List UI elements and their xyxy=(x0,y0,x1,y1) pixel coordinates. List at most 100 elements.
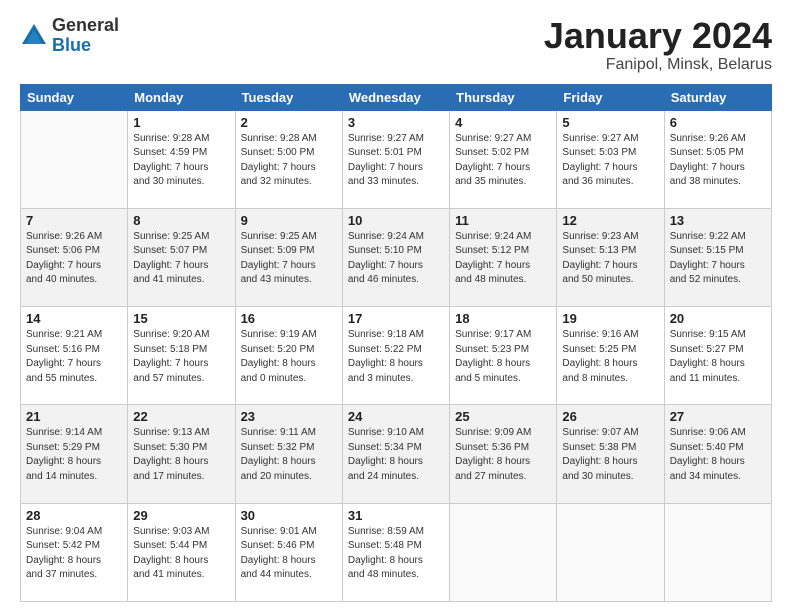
calendar-header-row: Sunday Monday Tuesday Wednesday Thursday… xyxy=(21,84,772,110)
day-info: Sunrise: 9:14 AM Sunset: 5:29 PM Dayligh… xyxy=(26,426,122,484)
day-number: 22 xyxy=(133,409,229,424)
day-info: Sunrise: 9:28 AM Sunset: 4:59 PM Dayligh… xyxy=(133,132,229,190)
day-number: 5 xyxy=(562,115,658,130)
day-number: 8 xyxy=(133,213,229,228)
calendar-cell-w2-d2: 8 Sunrise: 9:25 AM Sunset: 5:07 PM Daylig… xyxy=(128,208,235,306)
day-number: 11 xyxy=(455,213,551,228)
day-info: Sunrise: 8:59 AM Sunset: 5:48 PM Dayligh… xyxy=(348,525,444,583)
calendar-cell-w1-d2: 1Sunrise: 9:28 AM Sunset: 4:59 PM Daylig… xyxy=(128,110,235,208)
calendar-cell-w4-d5: 25 Sunrise: 9:09 AM Sunset: 5:36 PM Dayli… xyxy=(450,405,557,503)
day-number: 27 xyxy=(670,409,766,424)
day-number: 4 xyxy=(455,115,551,130)
day-info: Sunrise: 9:03 AM Sunset: 5:44 PM Dayligh… xyxy=(133,525,229,583)
day-number: 18 xyxy=(455,311,551,326)
day-info: Sunrise: 9:27 AM Sunset: 5:03 PM Dayligh… xyxy=(562,132,658,190)
logo-blue-text: Blue xyxy=(52,36,119,56)
calendar-cell-w4-d2: 22Sunrise: 9:13 AM Sunset: 5:30 PM Dayli… xyxy=(128,405,235,503)
logo-icon xyxy=(20,22,48,50)
day-info: Sunrise: 9:06 AM Sunset: 5:40 PM Dayligh… xyxy=(670,426,766,484)
day-number: 12 xyxy=(562,213,658,228)
header: General Blue January 2024 Fanipol, Minsk… xyxy=(20,16,772,74)
calendar-cell-w3-d6: 19Sunrise: 9:16 AM Sunset: 5:25 PM Dayli… xyxy=(557,307,664,405)
day-info: Sunrise: 9:15 AM Sunset: 5:27 PM Dayligh… xyxy=(670,328,766,386)
day-info: Sunrise: 9:26 AM Sunset: 5:06 PM Dayligh… xyxy=(26,230,122,288)
day-number: 25 xyxy=(455,409,551,424)
title-block: January 2024 Fanipol, Minsk, Belarus xyxy=(544,16,772,74)
calendar-cell-w1-d1 xyxy=(21,110,128,208)
day-number: 13 xyxy=(670,213,766,228)
day-number: 31 xyxy=(348,508,444,523)
calendar-cell-w1-d7: 6Sunrise: 9:26 AM Sunset: 5:05 PM Daylig… xyxy=(664,110,771,208)
calendar-cell-w1-d5: 4Sunrise: 9:27 AM Sunset: 5:02 PM Daylig… xyxy=(450,110,557,208)
calendar-cell-w5-d6 xyxy=(557,503,664,601)
calendar-cell-w5-d2: 29Sunrise: 9:03 AM Sunset: 5:44 PM Dayli… xyxy=(128,503,235,601)
calendar-week-row-3: 14Sunrise: 9:21 AM Sunset: 5:16 PM Dayli… xyxy=(21,307,772,405)
day-info: Sunrise: 9:07 AM Sunset: 5:38 PM Dayligh… xyxy=(562,426,658,484)
logo-general-text: General xyxy=(52,16,119,36)
calendar-table: Sunday Monday Tuesday Wednesday Thursday… xyxy=(20,84,772,602)
calendar-cell-w4-d6: 26 Sunrise: 9:07 AM Sunset: 5:38 PM Dayli… xyxy=(557,405,664,503)
calendar-cell-w3-d3: 16 Sunrise: 9:19 AM Sunset: 5:20 PM Dayli… xyxy=(235,307,342,405)
day-number: 15 xyxy=(133,311,229,326)
day-number: 19 xyxy=(562,311,658,326)
calendar-cell-w2-d7: 13Sunrise: 9:22 AM Sunset: 5:15 PM Dayli… xyxy=(664,208,771,306)
day-number: 26 xyxy=(562,409,658,424)
calendar-week-row-4: 21 Sunrise: 9:14 AM Sunset: 5:29 PM Dayli… xyxy=(21,405,772,503)
calendar-cell-w3-d2: 15 Sunrise: 9:20 AM Sunset: 5:18 PM Dayli… xyxy=(128,307,235,405)
day-info: Sunrise: 9:28 AM Sunset: 5:00 PM Dayligh… xyxy=(241,132,337,190)
day-number: 3 xyxy=(348,115,444,130)
day-info: Sunrise: 9:01 AM Sunset: 5:46 PM Dayligh… xyxy=(241,525,337,583)
calendar-cell-w2-d1: 7 Sunrise: 9:26 AM Sunset: 5:06 PM Daylig… xyxy=(21,208,128,306)
calendar-cell-w3-d1: 14Sunrise: 9:21 AM Sunset: 5:16 PM Dayli… xyxy=(21,307,128,405)
calendar-cell-w5-d4: 31 Sunrise: 8:59 AM Sunset: 5:48 PM Dayli… xyxy=(342,503,449,601)
day-number: 2 xyxy=(241,115,337,130)
day-number: 14 xyxy=(26,311,122,326)
col-header-monday: Monday xyxy=(128,84,235,110)
day-info: Sunrise: 9:19 AM Sunset: 5:20 PM Dayligh… xyxy=(241,328,337,386)
day-info: Sunrise: 9:25 AM Sunset: 5:07 PM Dayligh… xyxy=(133,230,229,288)
calendar-cell-w3-d7: 20 Sunrise: 9:15 AM Sunset: 5:27 PM Dayli… xyxy=(664,307,771,405)
day-number: 21 xyxy=(26,409,122,424)
calendar-cell-w4-d3: 23 Sunrise: 9:11 AM Sunset: 5:32 PM Dayli… xyxy=(235,405,342,503)
day-info: Sunrise: 9:27 AM Sunset: 5:01 PM Dayligh… xyxy=(348,132,444,190)
day-info: Sunrise: 9:24 AM Sunset: 5:12 PM Dayligh… xyxy=(455,230,551,288)
calendar-cell-w1-d6: 5 Sunrise: 9:27 AM Sunset: 5:03 PM Daylig… xyxy=(557,110,664,208)
day-number: 24 xyxy=(348,409,444,424)
logo: General Blue xyxy=(20,16,119,56)
calendar-cell-w4-d4: 24 Sunrise: 9:10 AM Sunset: 5:34 PM Dayli… xyxy=(342,405,449,503)
col-header-friday: Friday xyxy=(557,84,664,110)
calendar-cell-w2-d5: 11 Sunrise: 9:24 AM Sunset: 5:12 PM Dayli… xyxy=(450,208,557,306)
day-info: Sunrise: 9:20 AM Sunset: 5:18 PM Dayligh… xyxy=(133,328,229,386)
day-info: Sunrise: 9:23 AM Sunset: 5:13 PM Dayligh… xyxy=(562,230,658,288)
calendar-cell-w2-d6: 12 Sunrise: 9:23 AM Sunset: 5:13 PM Dayli… xyxy=(557,208,664,306)
calendar-week-row-5: 28 Sunrise: 9:04 AM Sunset: 5:42 PM Dayli… xyxy=(21,503,772,601)
day-number: 9 xyxy=(241,213,337,228)
day-number: 30 xyxy=(241,508,337,523)
col-header-thursday: Thursday xyxy=(450,84,557,110)
calendar-cell-w4-d1: 21 Sunrise: 9:14 AM Sunset: 5:29 PM Dayli… xyxy=(21,405,128,503)
calendar-week-row-2: 7 Sunrise: 9:26 AM Sunset: 5:06 PM Daylig… xyxy=(21,208,772,306)
day-number: 23 xyxy=(241,409,337,424)
day-info: Sunrise: 9:18 AM Sunset: 5:22 PM Dayligh… xyxy=(348,328,444,386)
day-number: 7 xyxy=(26,213,122,228)
calendar-cell-w1-d4: 3 Sunrise: 9:27 AM Sunset: 5:01 PM Daylig… xyxy=(342,110,449,208)
day-number: 6 xyxy=(670,115,766,130)
col-header-saturday: Saturday xyxy=(664,84,771,110)
day-number: 16 xyxy=(241,311,337,326)
day-number: 28 xyxy=(26,508,122,523)
calendar-cell-w2-d4: 10Sunrise: 9:24 AM Sunset: 5:10 PM Dayli… xyxy=(342,208,449,306)
calendar-cell-w5-d1: 28 Sunrise: 9:04 AM Sunset: 5:42 PM Dayli… xyxy=(21,503,128,601)
day-number: 20 xyxy=(670,311,766,326)
calendar-cell-w3-d5: 18Sunrise: 9:17 AM Sunset: 5:23 PM Dayli… xyxy=(450,307,557,405)
calendar-cell-w1-d3: 2 Sunrise: 9:28 AM Sunset: 5:00 PM Daylig… xyxy=(235,110,342,208)
col-header-tuesday: Tuesday xyxy=(235,84,342,110)
day-info: Sunrise: 9:04 AM Sunset: 5:42 PM Dayligh… xyxy=(26,525,122,583)
day-info: Sunrise: 9:10 AM Sunset: 5:34 PM Dayligh… xyxy=(348,426,444,484)
calendar-week-row-1: 1Sunrise: 9:28 AM Sunset: 4:59 PM Daylig… xyxy=(21,110,772,208)
calendar-cell-w5-d7 xyxy=(664,503,771,601)
day-info: Sunrise: 9:09 AM Sunset: 5:36 PM Dayligh… xyxy=(455,426,551,484)
day-info: Sunrise: 9:11 AM Sunset: 5:32 PM Dayligh… xyxy=(241,426,337,484)
calendar-cell-w2-d3: 9Sunrise: 9:25 AM Sunset: 5:09 PM Daylig… xyxy=(235,208,342,306)
page: General Blue January 2024 Fanipol, Minsk… xyxy=(0,0,792,612)
logo-text: General Blue xyxy=(52,16,119,56)
